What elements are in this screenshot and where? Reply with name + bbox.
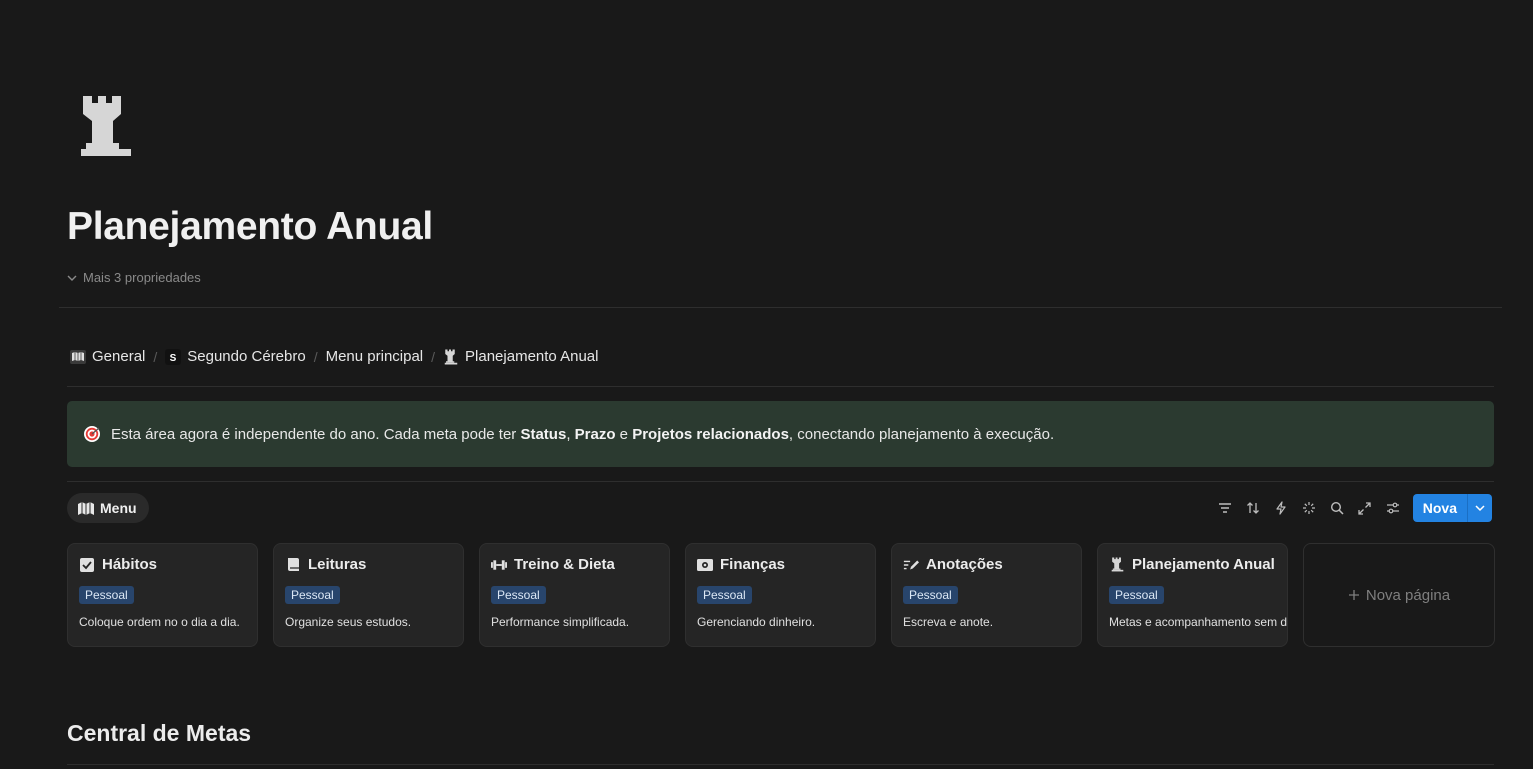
breadcrumb-item-segundo-cerebro[interactable]: S Segundo Cérebro <box>165 348 306 365</box>
properties-toggle[interactable]: Mais 3 propriedades <box>66 270 201 285</box>
chevron-down-icon <box>1475 505 1485 512</box>
chevron-down-icon <box>67 275 77 281</box>
dumbbell-icon <box>491 557 507 573</box>
filter-button[interactable] <box>1211 494 1239 522</box>
plus-icon <box>1348 590 1359 600</box>
page-title[interactable]: Planejamento Anual <box>67 205 433 249</box>
card-title: Leituras <box>285 556 453 573</box>
tag-badge: Pessoal <box>285 586 340 604</box>
automation-button[interactable] <box>1267 494 1295 522</box>
gallery-card-planejamento-anual[interactable]: Planejamento Anual Pessoal Metas e acomp… <box>1097 543 1288 647</box>
card-title: Finanças <box>697 556 865 573</box>
page-icon[interactable] <box>78 94 134 158</box>
card-title: Hábitos <box>79 556 247 573</box>
expand-button[interactable] <box>1351 494 1379 522</box>
gallery-card-financas[interactable]: Finanças Pessoal Gerenciando dinheiro. <box>685 543 876 647</box>
card-title: Anotações <box>903 556 1071 573</box>
tag-badge: Pessoal <box>491 586 546 604</box>
breadcrumb-separator: / <box>153 348 158 365</box>
divider <box>67 481 1494 482</box>
card-description: Gerenciando dinheiro. <box>697 615 816 629</box>
view-settings-button[interactable] <box>1379 494 1407 522</box>
new-page-label: Nova página <box>1365 586 1451 604</box>
card-title: Planejamento Anual <box>1109 556 1277 573</box>
card-description: Coloque ordem no o dia a dia. <box>79 615 240 629</box>
card-title-text: Planejamento Anual <box>1132 556 1275 573</box>
lightning-icon <box>1276 501 1286 515</box>
money-icon <box>697 557 713 573</box>
search-icon <box>1330 501 1344 515</box>
divider <box>67 386 1494 387</box>
checkbox-icon <box>79 557 95 573</box>
note-pen-icon <box>903 557 919 573</box>
properties-toggle-label: Mais 3 propriedades <box>83 270 201 285</box>
sort-icon <box>1246 502 1259 514</box>
tag-badge: Pessoal <box>903 586 958 604</box>
view-toolbar: Nova <box>1211 494 1492 522</box>
settings-sliders-icon <box>1386 502 1399 514</box>
card-title-text: Leituras <box>308 556 367 573</box>
tag-badge: Pessoal <box>697 586 752 604</box>
book-icon <box>285 557 301 573</box>
breadcrumb-label: Segundo Cérebro <box>187 348 306 365</box>
map-icon <box>70 349 86 365</box>
card-description: Metas e acompanhamento sem de <box>1109 615 1288 629</box>
breadcrumb-separator: / <box>431 348 436 365</box>
gallery-card-anotacoes[interactable]: Anotações Pessoal Escreva e anote. <box>891 543 1082 647</box>
tag-badge: Pessoal <box>1109 586 1164 604</box>
breadcrumb: General / S Segundo Cérebro / Menu princ… <box>70 348 598 365</box>
target-icon <box>83 425 101 443</box>
breadcrumb-item-planejamento-anual[interactable]: Planejamento Anual <box>443 348 598 365</box>
gallery-card-habitos[interactable]: Hábitos Pessoal Coloque ordem no o dia a… <box>67 543 258 647</box>
card-description: Performance simplificada. <box>491 615 630 629</box>
tag-badge: Pessoal <box>79 586 134 604</box>
view-tab-menu[interactable]: Menu <box>67 493 149 523</box>
new-dropdown-button[interactable] <box>1467 494 1492 522</box>
svg-text:S: S <box>170 353 177 364</box>
breadcrumb-label: General <box>92 348 146 365</box>
sort-button[interactable] <box>1239 494 1267 522</box>
card-title: Treino & Dieta <box>491 556 659 573</box>
breadcrumb-label: Menu principal <box>325 348 424 365</box>
chess-rook-icon <box>81 96 131 156</box>
gallery: Hábitos Pessoal Coloque ordem no o dia a… <box>67 543 1495 647</box>
breadcrumb-item-general[interactable]: General <box>70 348 145 365</box>
divider <box>59 307 1502 308</box>
card-title-text: Finanças <box>720 556 786 573</box>
breadcrumb-separator: / <box>313 348 318 365</box>
card-description: Organize seus estudos. <box>285 615 412 629</box>
filter-icon <box>1218 503 1231 513</box>
callout[interactable]: Esta área agora é independente do ano. C… <box>67 401 1494 467</box>
sparkle-icon <box>1302 502 1315 514</box>
database-top-border <box>67 764 1494 765</box>
map-icon <box>78 501 94 515</box>
new-button[interactable]: Nova <box>1412 494 1467 522</box>
card-description: Escreva e anote. <box>903 615 994 629</box>
section-heading[interactable]: Central de Metas <box>67 720 251 747</box>
chess-rook-icon <box>1109 557 1125 573</box>
ai-button[interactable] <box>1295 494 1323 522</box>
breadcrumb-item-menu-principal[interactable]: Menu principal <box>326 348 424 365</box>
s-logo-icon: S <box>165 348 182 365</box>
breadcrumb-label: Planejamento Anual <box>465 348 599 365</box>
card-title-text: Anotações <box>926 556 1003 573</box>
gallery-card-leituras[interactable]: Leituras Pessoal Organize seus estudos. <box>273 543 464 647</box>
chess-rook-icon <box>443 349 459 365</box>
search-button[interactable] <box>1323 494 1351 522</box>
new-page-card[interactable]: Nova página <box>1303 543 1495 647</box>
new-button-group: Nova <box>1412 494 1492 522</box>
card-title-text: Hábitos <box>102 556 158 573</box>
callout-text: Esta área agora é independente do ano. C… <box>111 425 1055 443</box>
expand-icon <box>1358 501 1371 515</box>
view-tab-label: Menu <box>100 500 137 516</box>
card-title-text: Treino & Dieta <box>514 556 615 573</box>
gallery-card-treino-dieta[interactable]: Treino & Dieta Pessoal Performance simpl… <box>479 543 670 647</box>
